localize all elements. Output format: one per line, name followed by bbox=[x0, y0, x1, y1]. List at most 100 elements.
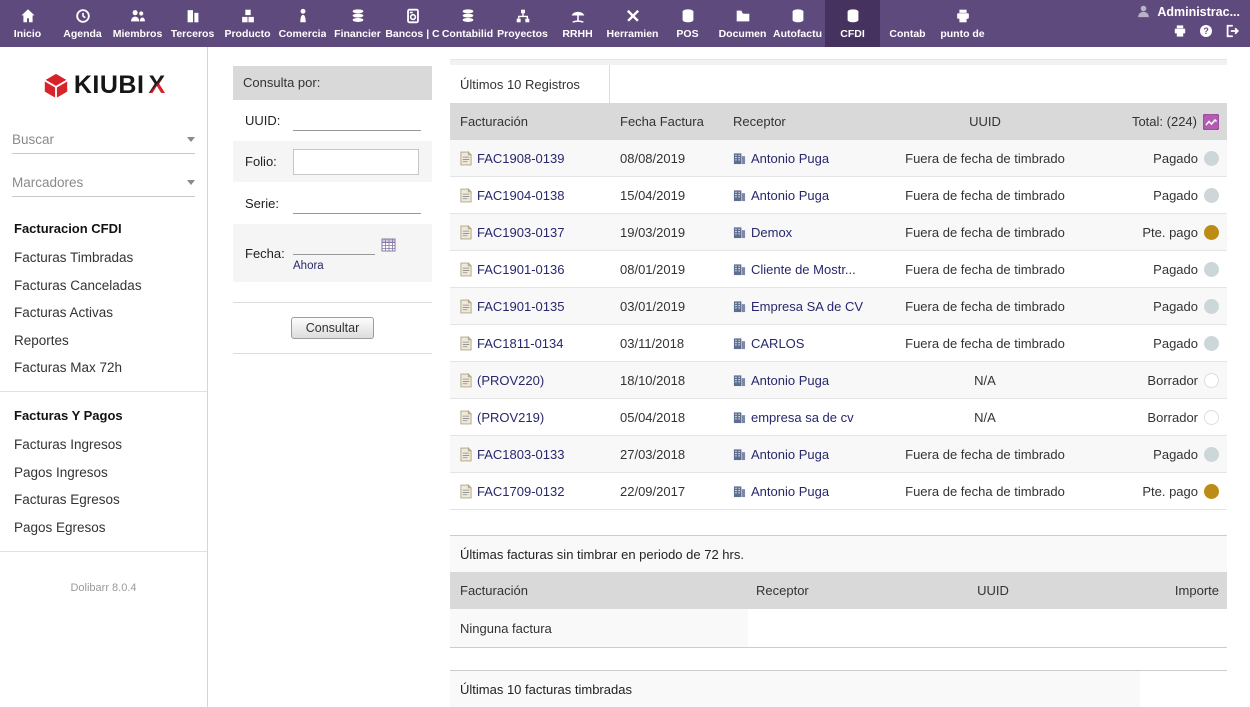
company-icon bbox=[733, 300, 746, 313]
receptor-link[interactable]: Antonio Puga bbox=[751, 484, 829, 499]
status-label: Pagado bbox=[1153, 151, 1198, 166]
status-label: Pagado bbox=[1153, 336, 1198, 351]
nav-item-punto-de-venta[interactable]: punto de bbox=[935, 0, 990, 47]
serie-input[interactable] bbox=[293, 193, 421, 214]
nav-item-documentos[interactable]: Documen bbox=[715, 0, 770, 47]
status-label: Pte. pago bbox=[1142, 225, 1198, 240]
sidebar-item-pagos-egresos[interactable]: Pagos Egresos bbox=[14, 520, 207, 535]
nav-item-financiera[interactable]: Financier bbox=[330, 0, 385, 47]
kiubix-logo[interactable]: KIUBIX bbox=[0, 71, 207, 100]
query-panel: Consulta por: UUID: Folio: Serie: Fecha:… bbox=[233, 66, 432, 354]
receptor-link[interactable]: Cliente de Mostr... bbox=[751, 262, 856, 277]
nav-item-bancos[interactable]: Bancos | C bbox=[385, 0, 440, 47]
invoice-ref-link[interactable]: FAC1803-0133 bbox=[477, 447, 564, 462]
receptor-link[interactable]: Antonio Puga bbox=[751, 151, 829, 166]
logout-icon[interactable] bbox=[1224, 23, 1240, 39]
calendar-icon[interactable] bbox=[381, 237, 396, 252]
sidebar-item-reportes[interactable]: Reportes bbox=[14, 333, 207, 348]
logo-x: X bbox=[148, 71, 165, 100]
person-icon bbox=[294, 6, 312, 25]
table-row: FAC1901-0135 03/01/2019 Empresa SA de CV… bbox=[450, 288, 1227, 325]
now-link[interactable]: Ahora bbox=[293, 260, 396, 272]
sidebar-item-facturas-egresos[interactable]: Facturas Egresos bbox=[14, 492, 207, 507]
receptor-link[interactable]: Antonio Puga bbox=[751, 373, 829, 388]
section-72hrs-header: Facturación Receptor UUID Importe bbox=[450, 572, 1227, 609]
uuid-value: N/A bbox=[870, 410, 1100, 425]
status-label: Pagado bbox=[1153, 262, 1198, 277]
nav-item-agenda[interactable]: Agenda bbox=[55, 0, 110, 47]
table-row: FAC1811-0134 03/11/2018 CARLOS Fuera de … bbox=[450, 325, 1227, 362]
invoice-ref-link[interactable]: FAC1901-0136 bbox=[477, 262, 564, 277]
sitemap-icon bbox=[514, 6, 532, 25]
user-menu[interactable]: Administrac... bbox=[1136, 4, 1240, 19]
sidebar: KIUBIX Buscar Marcadores Facturacion CFD… bbox=[0, 47, 208, 707]
receptor-link[interactable]: Demox bbox=[751, 225, 792, 240]
help-icon[interactable]: ? bbox=[1198, 23, 1214, 39]
sidebar-item-facturas-max-72h[interactable]: Facturas Max 72h bbox=[14, 360, 207, 375]
nav-item-pos[interactable]: POS bbox=[660, 0, 715, 47]
nav-item-contab[interactable]: Contab bbox=[880, 0, 935, 47]
version-label: Dolibarr 8.0.4 bbox=[0, 582, 207, 594]
chevron-down-icon bbox=[187, 180, 195, 185]
sidebar-item-facturas-timbradas[interactable]: Facturas Timbradas bbox=[14, 250, 207, 265]
table-row: FAC1904-0138 15/04/2019 Antonio Puga Fue… bbox=[450, 177, 1227, 214]
invoice-ref-link[interactable]: FAC1903-0137 bbox=[477, 225, 564, 240]
invoice-date: 03/01/2019 bbox=[610, 299, 725, 314]
sidebar-item-facturas-activas[interactable]: Facturas Activas bbox=[14, 305, 207, 320]
bookmarks-dropdown[interactable]: Marcadores bbox=[12, 169, 195, 197]
empty-row: Ninguna factura bbox=[450, 609, 1227, 648]
invoice-date: 03/11/2018 bbox=[610, 336, 725, 351]
nav-item-contabilidad[interactable]: Contabilid bbox=[440, 0, 495, 47]
invoice-ref-link[interactable]: (PROV220) bbox=[477, 373, 544, 388]
sidebar-item-facturas-ingresos[interactable]: Facturas Ingresos bbox=[14, 437, 207, 452]
col-uuid: UUID bbox=[870, 114, 1100, 129]
nav-item-rrhh[interactable]: RRHH bbox=[550, 0, 605, 47]
nav-item-cfdi[interactable]: CFDI bbox=[825, 0, 880, 47]
invoice-ref-link[interactable]: FAC1904-0138 bbox=[477, 188, 564, 203]
document-icon bbox=[460, 410, 472, 425]
receptor-link[interactable]: Antonio Puga bbox=[751, 188, 829, 203]
logo-text: KIUBI bbox=[74, 71, 145, 100]
invoice-ref-link[interactable]: FAC1709-0132 bbox=[477, 484, 564, 499]
receptor-link[interactable]: Antonio Puga bbox=[751, 447, 829, 462]
company-icon bbox=[733, 189, 746, 202]
user-avatar-icon bbox=[1136, 4, 1151, 19]
receptor-link[interactable]: empresa sa de cv bbox=[751, 410, 854, 425]
fecha-input[interactable] bbox=[293, 234, 375, 255]
print-icon[interactable] bbox=[1172, 23, 1188, 39]
invoice-ref-link[interactable]: FAC1811-0134 bbox=[477, 336, 564, 351]
coins-icon bbox=[459, 6, 477, 25]
uuid-label: UUID: bbox=[245, 113, 293, 128]
folio-input[interactable] bbox=[293, 149, 419, 175]
top-nav: Inicio Agenda Miembros Terceros Producto… bbox=[0, 0, 1250, 47]
nav-item-miembros[interactable]: Miembros bbox=[110, 0, 165, 47]
receptor-link[interactable]: Empresa SA de CV bbox=[751, 299, 863, 314]
nav-item-productos[interactable]: Producto bbox=[220, 0, 275, 47]
uuid-value: Fuera de fecha de timbrado bbox=[870, 151, 1100, 166]
invoice-ref-link[interactable]: FAC1901-0135 bbox=[477, 299, 564, 314]
status-dot bbox=[1204, 336, 1219, 351]
consultar-button[interactable]: Consultar bbox=[291, 317, 375, 339]
nav-item-inicio[interactable]: Inicio bbox=[0, 0, 55, 47]
col-facturacion: Facturación bbox=[450, 114, 610, 129]
uuid-input[interactable] bbox=[293, 110, 421, 131]
stats-icon[interactable] bbox=[1203, 114, 1219, 130]
table-row: FAC1709-0132 22/09/2017 Antonio Puga Fue… bbox=[450, 473, 1227, 510]
sidebar-item-facturas-canceladas[interactable]: Facturas Canceladas bbox=[14, 278, 207, 293]
document-icon bbox=[460, 484, 472, 499]
nav-item-comercial[interactable]: Comercia bbox=[275, 0, 330, 47]
invoice-ref-link[interactable]: FAC1908-0139 bbox=[477, 151, 564, 166]
nav-item-autofactura[interactable]: Autofactu bbox=[770, 0, 825, 47]
table-row: (PROV220) 18/10/2018 Antonio Puga N/A Bo… bbox=[450, 362, 1227, 399]
user-box: Administrac... ? bbox=[1136, 4, 1240, 39]
receptor-link[interactable]: CARLOS bbox=[751, 336, 804, 351]
uuid-value: Fuera de fecha de timbrado bbox=[870, 447, 1100, 462]
nav-item-proyectos[interactable]: Proyectos bbox=[495, 0, 550, 47]
nav-item-herramientas[interactable]: Herramien bbox=[605, 0, 660, 47]
nav-item-terceros[interactable]: Terceros bbox=[165, 0, 220, 47]
search-dropdown[interactable]: Buscar bbox=[12, 126, 195, 154]
sidebar-item-pagos-ingresos[interactable]: Pagos Ingresos bbox=[14, 465, 207, 480]
company-icon bbox=[733, 485, 746, 498]
invoice-ref-link[interactable]: (PROV219) bbox=[477, 410, 544, 425]
section-timbradas-title: Últimas 10 facturas timbradas bbox=[450, 671, 1140, 707]
